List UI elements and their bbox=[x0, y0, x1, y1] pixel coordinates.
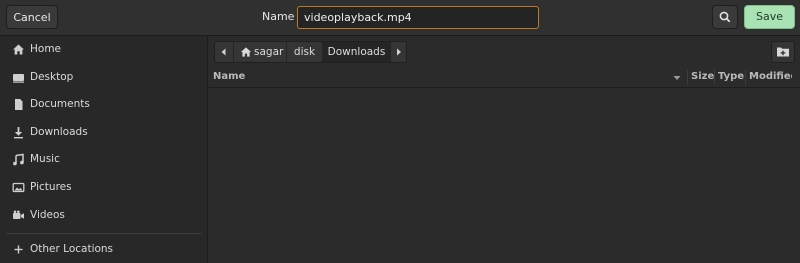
home-icon bbox=[13, 44, 24, 55]
new-folder-button[interactable] bbox=[771, 41, 795, 63]
header-bar: Cancel Name videoplayback.mp4 Save bbox=[0, 0, 800, 36]
sidebar-item-label: Other Locations bbox=[30, 243, 114, 255]
chevron-left-icon bbox=[221, 48, 226, 56]
sidebar-item-desktop[interactable]: Desktop bbox=[0, 67, 207, 89]
sidebar-item-label: Documents bbox=[30, 98, 90, 110]
sidebar-item-other-locations[interactable]: Other Locations bbox=[0, 239, 207, 261]
music-icon bbox=[13, 153, 24, 166]
download-icon bbox=[14, 127, 23, 139]
path-segment-label: sagar bbox=[254, 46, 284, 58]
sort-descending-icon[interactable] bbox=[672, 73, 682, 83]
sidebar-item-videos[interactable]: Videos bbox=[0, 205, 207, 227]
sidebar-item-label: Pictures bbox=[30, 181, 72, 193]
video-icon bbox=[13, 210, 24, 219]
chevron-right-icon bbox=[397, 48, 401, 56]
document-icon bbox=[15, 99, 23, 110]
plus-icon bbox=[14, 245, 23, 254]
column-header-modified[interactable]: Modified bbox=[749, 71, 792, 82]
column-header-size[interactable]: Size bbox=[691, 71, 714, 82]
column-divider[interactable] bbox=[687, 70, 688, 85]
sidebar-item-home[interactable]: Home bbox=[0, 39, 207, 61]
sidebar-divider bbox=[6, 233, 202, 234]
column-divider[interactable] bbox=[714, 70, 715, 85]
home-icon bbox=[240, 47, 252, 57]
file-list-scrollbar[interactable] bbox=[791, 88, 800, 263]
path-back-button[interactable] bbox=[215, 42, 232, 62]
path-segment-downloads[interactable]: Downloads bbox=[323, 42, 390, 62]
desktop-icon bbox=[13, 74, 24, 83]
path-bar: sagar disk Downloads bbox=[214, 41, 407, 63]
path-forward-button[interactable] bbox=[391, 42, 406, 62]
places-sidebar: Home Desktop Documents Downloads Music P… bbox=[0, 36, 208, 263]
column-divider[interactable] bbox=[745, 70, 746, 85]
column-header-row: Name Size Type Modified bbox=[209, 68, 800, 88]
path-segment-disk[interactable]: disk bbox=[287, 42, 322, 62]
sidebar-item-label: Desktop bbox=[30, 71, 74, 83]
sidebar-item-label: Downloads bbox=[30, 126, 88, 138]
sidebar-item-label: Videos bbox=[30, 209, 65, 221]
cancel-button[interactable]: Cancel bbox=[6, 5, 58, 29]
name-label: Name bbox=[262, 10, 295, 23]
search-icon bbox=[719, 11, 731, 23]
sidebar-item-pictures[interactable]: Pictures bbox=[0, 177, 207, 199]
picture-icon bbox=[12, 182, 25, 193]
column-header-name[interactable]: Name bbox=[213, 71, 245, 82]
path-segment-sagar[interactable]: sagar bbox=[234, 42, 286, 62]
path-segment-label: disk bbox=[293, 46, 316, 58]
filename-input[interactable]: videoplayback.mp4 bbox=[297, 6, 539, 29]
sidebar-item-music[interactable]: Music bbox=[0, 149, 207, 171]
sidebar-item-documents[interactable]: Documents bbox=[0, 94, 207, 116]
file-list[interactable] bbox=[209, 88, 791, 263]
new-folder-icon bbox=[777, 47, 789, 57]
save-button[interactable]: Save bbox=[744, 5, 795, 29]
sidebar-item-label: Music bbox=[30, 153, 60, 165]
sidebar-item-label: Home bbox=[30, 43, 62, 55]
path-segment-label: Downloads bbox=[327, 46, 386, 58]
search-button[interactable] bbox=[712, 5, 738, 29]
column-header-type[interactable]: Type bbox=[718, 71, 744, 82]
sidebar-item-downloads[interactable]: Downloads bbox=[0, 122, 207, 144]
